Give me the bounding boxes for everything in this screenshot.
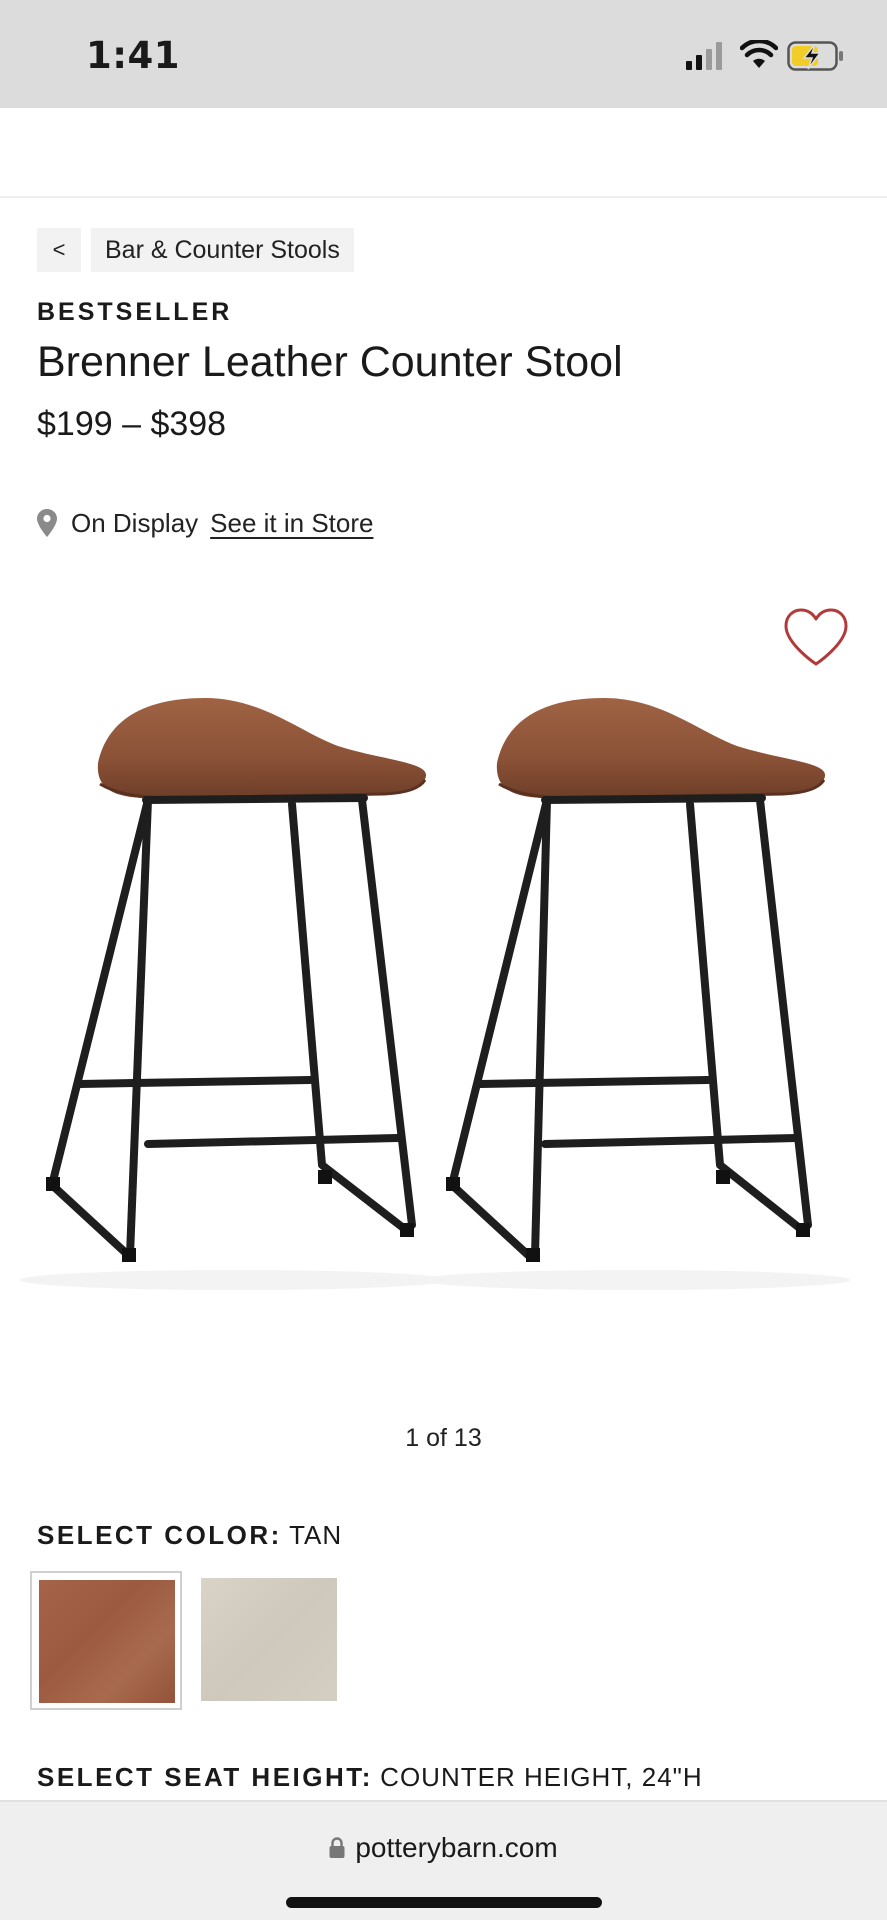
stool-left (20, 698, 450, 1290)
url-text: potterybarn.com (355, 1832, 558, 1863)
breadcrumb-category-link[interactable]: Bar & Counter Stools (91, 228, 354, 272)
site-header (0, 108, 887, 198)
breadcrumb-back-button[interactable]: < (37, 228, 81, 272)
product-title: Brenner Leather Counter Stool (37, 338, 623, 386)
battery-charging-icon (787, 41, 843, 71)
see-in-store-link[interactable]: See it in Store (210, 508, 373, 539)
store-display-row: On Display See it in Store (37, 503, 373, 543)
bestseller-badge: BESTSELLER (37, 298, 233, 326)
location-pin-icon (37, 509, 57, 537)
stool-right (420, 698, 850, 1290)
swatch-tan-color (39, 1580, 175, 1703)
selected-seat-height-value: COUNTER HEIGHT, 24"H (380, 1762, 703, 1792)
color-selector-label: SELECT COLOR: TAN (37, 1520, 342, 1551)
selected-color-value: TAN (289, 1520, 343, 1550)
select-seat-height-label: SELECT SEAT HEIGHT: (37, 1762, 373, 1792)
select-color-label: SELECT COLOR: (37, 1520, 282, 1550)
on-display-label: On Display (71, 507, 199, 538)
browser-url-bar[interactable]: potterybarn.com (0, 1800, 887, 1920)
heart-outline-icon[interactable] (782, 606, 850, 668)
status-bar: 1:41 (0, 0, 887, 108)
status-time: 1:41 (86, 34, 181, 77)
swatch-taupe[interactable] (194, 1571, 346, 1710)
swatch-tan[interactable] (30, 1571, 182, 1710)
swatch-taupe-color (201, 1578, 337, 1701)
product-image[interactable] (0, 680, 887, 1290)
seat-height-selector-label[interactable]: SELECT SEAT HEIGHT: COUNTER HEIGHT, 24"H (37, 1762, 703, 1793)
signal-icon (686, 42, 722, 70)
lock-icon (329, 1837, 345, 1858)
wifi-icon (740, 40, 778, 68)
image-counter: 1 of 13 (405, 1424, 482, 1452)
url-display[interactable]: potterybarn.com (0, 1832, 887, 1864)
home-indicator[interactable] (286, 1897, 602, 1908)
product-price: $199 – $398 (37, 405, 227, 443)
